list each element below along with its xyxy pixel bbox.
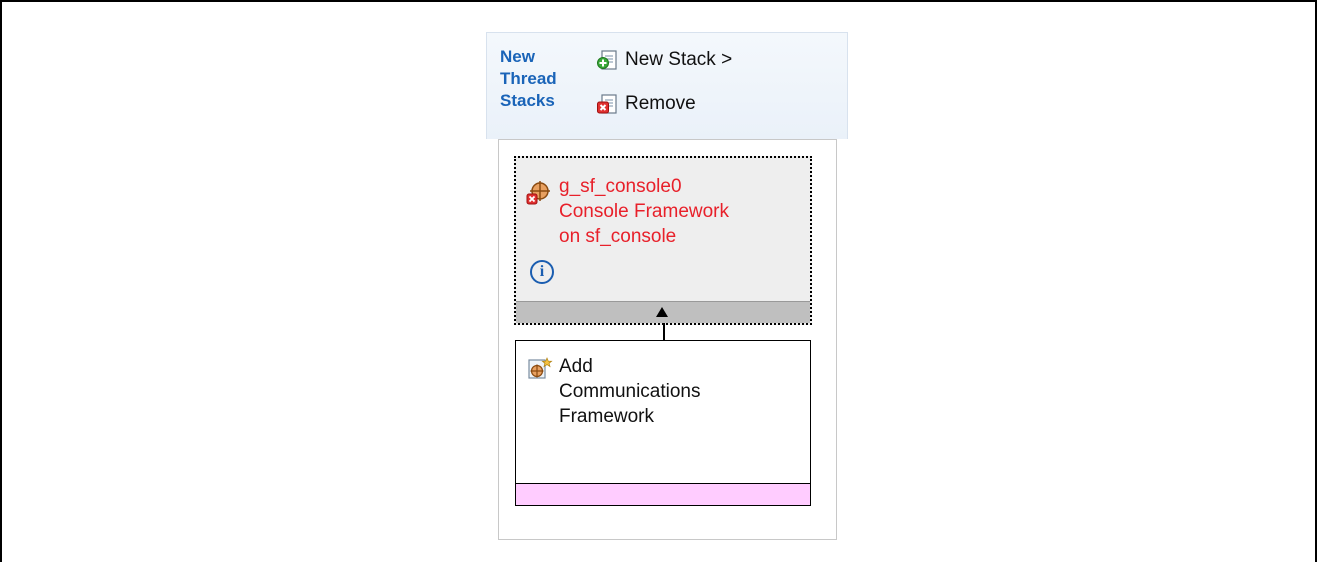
panel-title-line: Stacks [500,91,555,110]
add-label: Add Communications Framework [559,354,799,429]
remove-button[interactable]: Remove [596,90,696,118]
add-dependency-bar [515,483,811,506]
panel-title-line: New [500,47,535,66]
console-framework-module[interactable]: g_sf_console0 Console Framework on sf_co… [514,156,812,325]
add-communications-framework[interactable]: Add Communications Framework [515,340,811,506]
new-stack-icon [597,50,617,70]
module-name: g_sf_console0 [559,176,682,197]
module-label: g_sf_console0 Console Framework on sf_co… [559,174,809,249]
add-label-line: Add [559,356,593,377]
info-icon[interactable]: i [530,260,554,284]
panel-title-line: Thread [500,69,557,88]
add-label-line: Communications [559,381,701,402]
panel-title: New Thread Stacks [500,46,590,112]
module-error-icon [526,181,550,205]
new-stack-label: New Stack > [625,49,733,70]
remove-label: Remove [625,93,696,114]
collapse-arrow-icon [656,307,668,317]
module-type: Console Framework [559,201,729,222]
new-stack-button[interactable]: New Stack > [596,46,732,74]
module-collapse-bar[interactable] [516,301,810,323]
remove-icon [597,94,617,114]
module-instance: on sf_console [559,226,677,247]
add-label-line: Framework [559,406,655,427]
add-module-icon [528,357,553,379]
dependency-connector [663,323,665,340]
